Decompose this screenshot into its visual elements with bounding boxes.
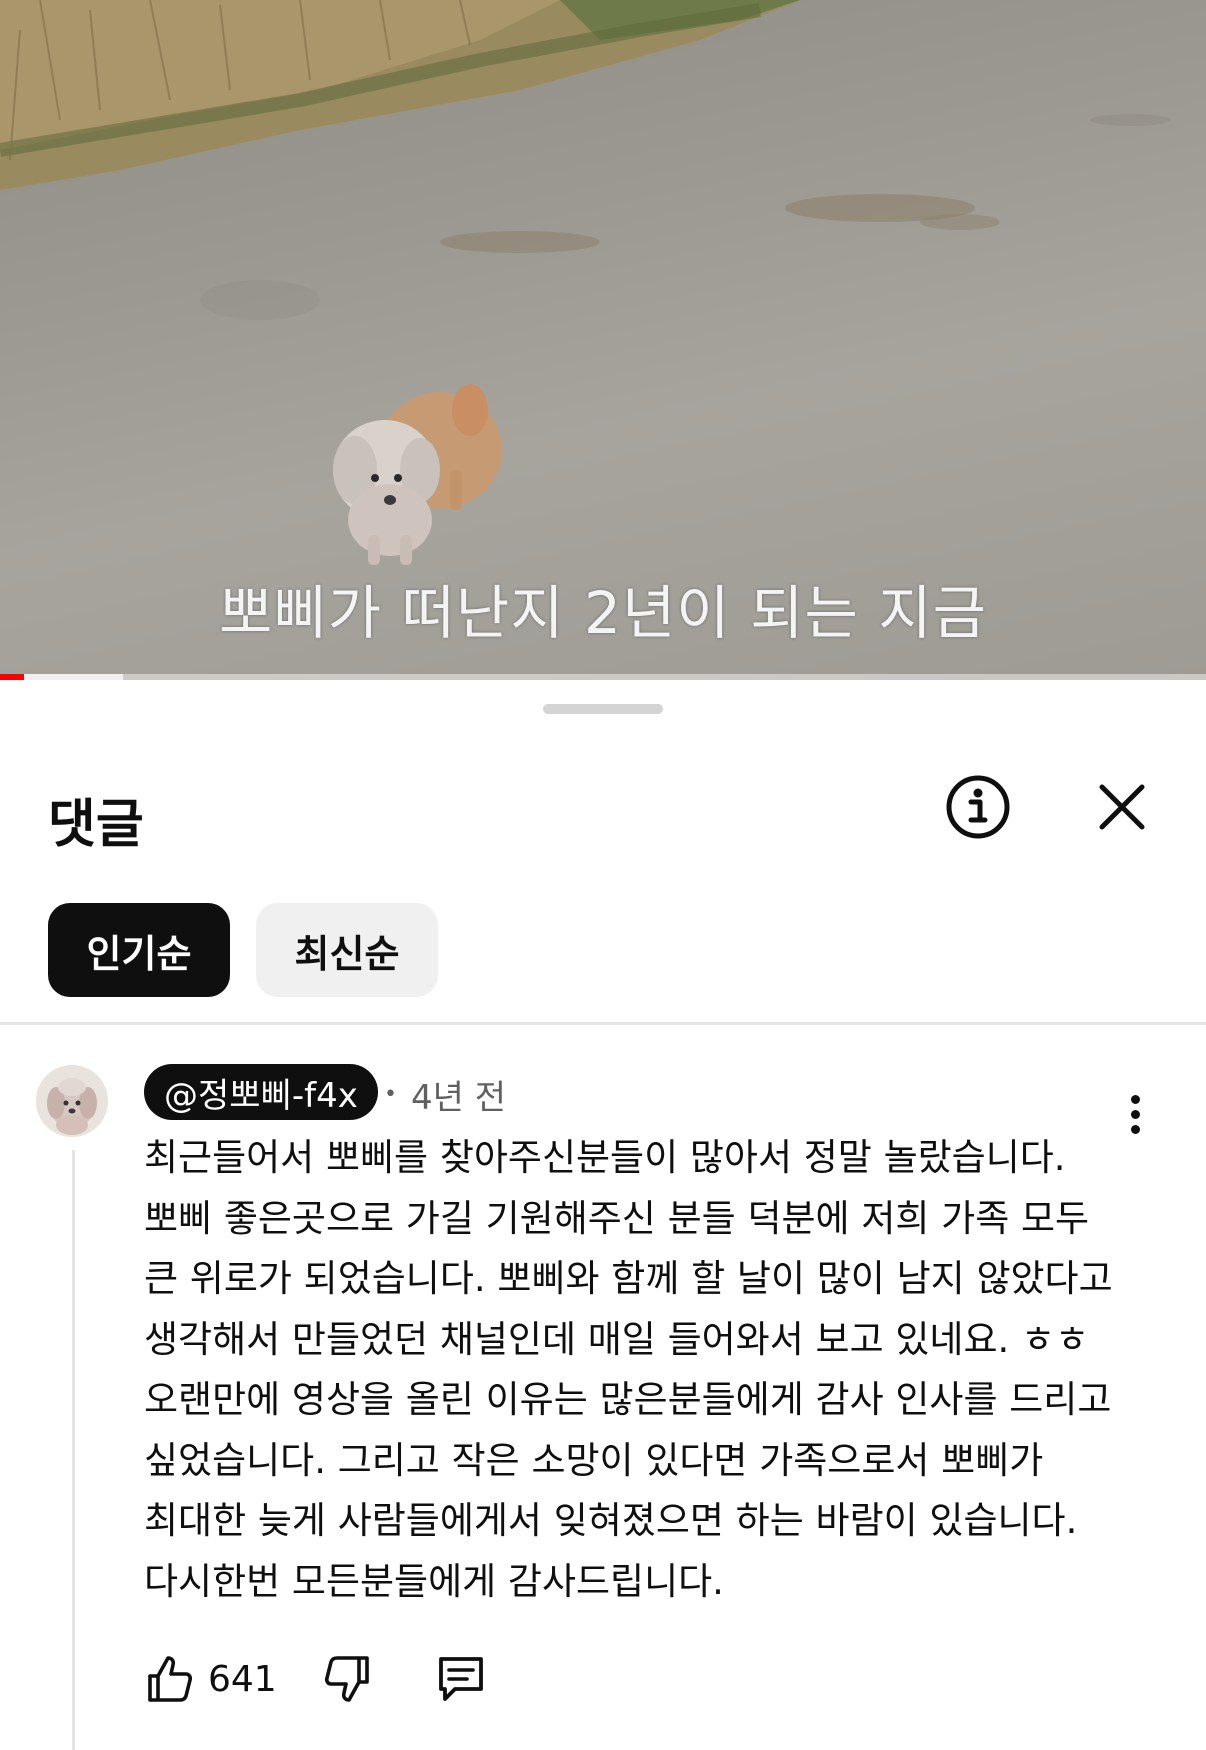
comment-actions: 641 <box>144 1644 487 1714</box>
comments-sheet: 댓글 인기순 최신순 @정뽀삐-f4x • 4년 전 최근들어서 뽀삐를 찾아주… <box>0 680 1206 1750</box>
like-button[interactable]: 641 <box>144 1654 277 1704</box>
dislike-icon <box>324 1656 369 1702</box>
dog-figure <box>333 384 502 565</box>
sort-chip-popular[interactable]: 인기순 <box>48 903 230 997</box>
thread-line <box>72 1150 75 1750</box>
reply-button[interactable] <box>435 1653 487 1705</box>
reply-icon <box>438 1657 483 1701</box>
close-icon <box>1099 784 1145 830</box>
like-icon <box>148 1656 193 1702</box>
close-button[interactable] <box>1082 767 1162 847</box>
comment-author-handle[interactable]: @정뽀삐-f4x <box>144 1064 378 1120</box>
video-player[interactable]: 뽀삐가 떠난지 2년이 되는 지금 <box>0 0 1206 680</box>
dislike-button[interactable] <box>323 1654 373 1704</box>
meta-separator: • <box>384 1082 397 1107</box>
video-subtitle: 뽀삐가 떠난지 2년이 되는 지금 <box>219 579 987 647</box>
like-count: 641 <box>208 1658 277 1700</box>
info-button[interactable] <box>938 767 1018 847</box>
sort-chip-newest[interactable]: 최신순 <box>256 903 438 997</box>
progress-played <box>0 674 25 680</box>
comment-body: 최근들어서 뽀삐를 찾아주신분들이 많아서 정말 놀랐습니다. 뽀삐 좋은곳으로… <box>144 1136 1113 1603</box>
avatar[interactable] <box>36 1065 108 1137</box>
sheet-drag-handle[interactable] <box>543 704 663 714</box>
divider <box>0 1022 1206 1025</box>
sheet-title: 댓글 <box>48 795 144 855</box>
comment-timestamp: 4년 전 <box>410 1078 506 1118</box>
info-icon <box>946 775 1010 839</box>
avatar-dog-icon <box>36 1065 108 1137</box>
comment-meta: • 4년 전 <box>384 1070 506 1119</box>
